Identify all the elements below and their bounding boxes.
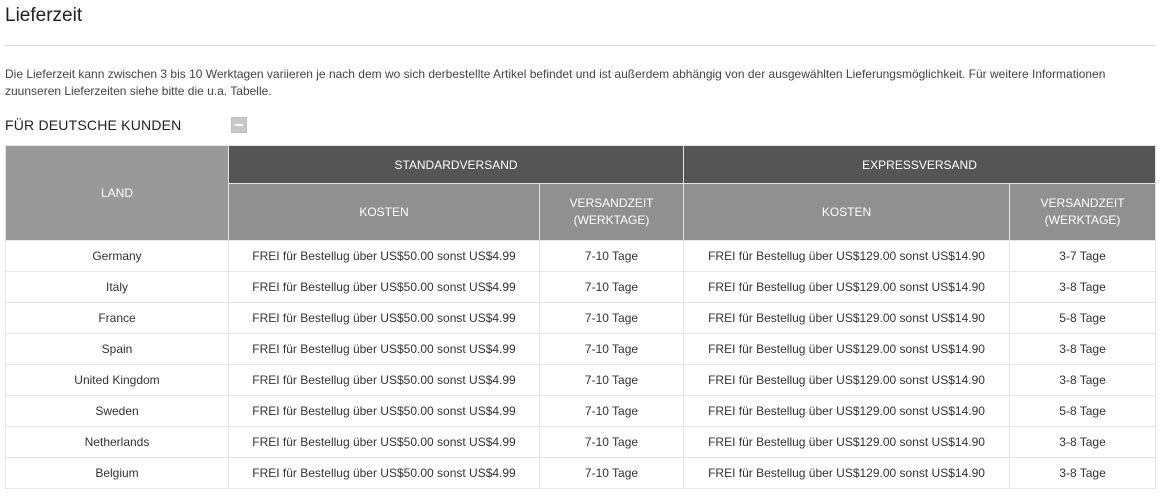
header-express-time: VERSANDZEIT (WERKTAGE) xyxy=(1009,183,1157,241)
page-title: Lieferzeit xyxy=(5,5,83,26)
cell-land: Sweden xyxy=(5,395,229,427)
table-row: Italy FREI für Bestellug über US$50.00 so… xyxy=(5,271,1157,303)
cell-express-time: 5-8 Tage xyxy=(1009,302,1157,334)
cell-express-time: 3-8 Tage xyxy=(1009,271,1157,303)
cell-standard-cost: FREI für Bestellug über US$50.00 sonst U… xyxy=(228,457,540,489)
table-row: Sweden FREI für Bestellug über US$50.00 s… xyxy=(5,395,1157,427)
header-standard-time-line1: VERSANDZEIT xyxy=(569,196,654,210)
cell-standard-cost: FREI für Bestellug über US$50.00 sonst U… xyxy=(228,395,540,427)
table-row: Spain FREI für Bestellug über US$50.00 so… xyxy=(5,333,1157,365)
table-row: Netherlands FREI für Bestellug über US$50… xyxy=(5,426,1157,458)
cell-standard-time: 7-10 Tage xyxy=(538,302,685,334)
cell-express-cost: FREI für Bestellug über US$129.00 sonst … xyxy=(683,364,1011,396)
intro-text: Die Lieferzeit kann zwischen 3 bis 10 We… xyxy=(5,67,1106,98)
cell-express-cost: FREI für Bestellug über US$129.00 sonst … xyxy=(683,240,1011,272)
cell-express-cost: FREI für Bestellug über US$129.00 sonst … xyxy=(683,426,1011,458)
cell-express-cost: FREI für Bestellug über US$129.00 sonst … xyxy=(683,302,1011,334)
header-standard-time: VERSANDZEIT (WERKTAGE) xyxy=(538,183,685,241)
header-standard-cost: KOSTEN xyxy=(228,183,540,241)
title-divider xyxy=(5,45,1155,46)
delivery-time-page: Lieferzeit Die Lieferzeit kann zwischen … xyxy=(0,0,1162,496)
header-standard-time-line2: (WERKTAGE) xyxy=(573,213,650,227)
minus-icon[interactable] xyxy=(231,117,247,133)
cell-standard-cost: FREI für Bestellug über US$50.00 sonst U… xyxy=(228,426,540,458)
cell-land: Belgium xyxy=(5,457,229,489)
cell-standard-cost: FREI für Bestellug über US$50.00 sonst U… xyxy=(228,364,540,396)
header-express-cost: KOSTEN xyxy=(683,183,1011,241)
cell-express-time: 5-8 Tage xyxy=(1009,395,1157,427)
cell-express-cost: FREI für Bestellug über US$129.00 sonst … xyxy=(683,395,1011,427)
cell-land: Netherlands xyxy=(5,426,229,458)
cell-standard-time: 7-10 Tage xyxy=(538,240,685,272)
table-row: Belgium FREI für Bestellug über US$50.00 … xyxy=(5,457,1157,489)
cell-express-cost: FREI für Bestellug über US$129.00 sonst … xyxy=(683,457,1011,489)
section-header: FÜR DEUTSCHE KUNDEN xyxy=(5,116,265,136)
cell-standard-time: 7-10 Tage xyxy=(538,426,685,458)
cell-standard-cost: FREI für Bestellug über US$50.00 sonst U… xyxy=(228,333,540,365)
cell-land: Italy xyxy=(5,271,229,303)
cell-standard-time: 7-10 Tage xyxy=(538,333,685,365)
header-express-time-line2: (WERKTAGE) xyxy=(1044,213,1121,227)
header-land: LAND xyxy=(5,145,229,241)
table-row: France FREI für Bestellug über US$50.00 s… xyxy=(5,302,1157,334)
header-standard: STANDARDVERSAND xyxy=(227,145,685,184)
cell-land: United Kingdom xyxy=(5,364,229,396)
cell-express-time: 3-8 Tage xyxy=(1009,364,1157,396)
cell-express-time: 3-8 Tage xyxy=(1009,333,1157,365)
cell-land: France xyxy=(5,302,229,334)
cell-standard-time: 7-10 Tage xyxy=(538,271,685,303)
cell-express-time: 3-7 Tage xyxy=(1009,240,1157,272)
table-row: United Kingdom FREI für Bestellug über US… xyxy=(5,364,1157,396)
cell-standard-cost: FREI für Bestellug über US$50.00 sonst U… xyxy=(228,240,540,272)
cell-express-cost: FREI für Bestellug über US$129.00 sonst … xyxy=(683,271,1011,303)
cell-land: Spain xyxy=(5,333,229,365)
table-body: Germany FREI für Bestellug über US$50.00 … xyxy=(5,240,1157,489)
cell-standard-time: 7-10 Tage xyxy=(538,457,685,489)
section-label: FÜR DEUTSCHE KUNDEN xyxy=(5,117,182,133)
cell-express-time: 3-8 Tage xyxy=(1009,426,1157,458)
delivery-table: LAND STANDARDVERSAND EXPRESSVERSAND KOST… xyxy=(5,145,1157,489)
cell-standard-time: 7-10 Tage xyxy=(538,395,685,427)
cell-land: Germany xyxy=(5,240,229,272)
cell-express-cost: FREI für Bestellug über US$129.00 sonst … xyxy=(683,333,1011,365)
table-row: Germany FREI für Bestellug über US$50.00 … xyxy=(5,240,1157,272)
cell-express-time: 3-8 Tage xyxy=(1009,457,1157,489)
header-express-time-line1: VERSANDZEIT xyxy=(1040,196,1125,210)
cell-standard-cost: FREI für Bestellug über US$50.00 sonst U… xyxy=(228,271,540,303)
cell-standard-time: 7-10 Tage xyxy=(538,364,685,396)
cell-standard-cost: FREI für Bestellug über US$50.00 sonst U… xyxy=(228,302,540,334)
header-express: EXPRESSVERSAND xyxy=(683,145,1157,184)
